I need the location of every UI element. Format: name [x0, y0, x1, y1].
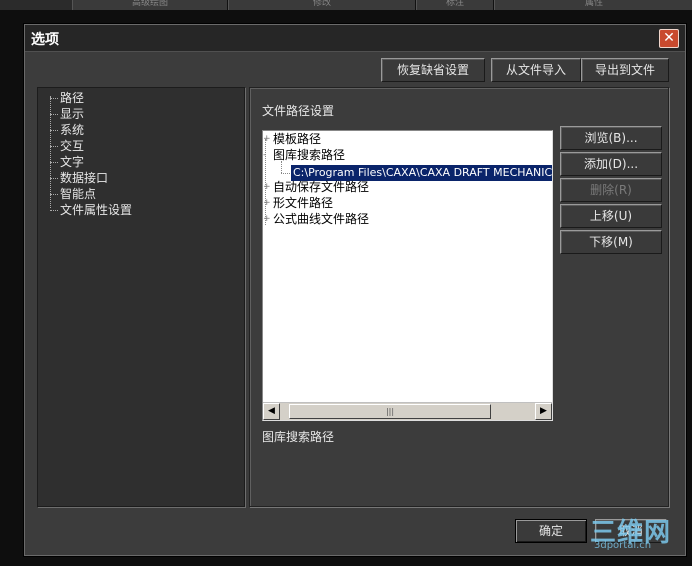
tree-branch — [50, 178, 58, 179]
nav-item-data-interface[interactable]: 数据接口 — [60, 170, 108, 186]
tree-branch — [281, 173, 290, 174]
expand-icon[interactable]: + — [263, 195, 271, 211]
tree-branch — [50, 194, 58, 195]
tab-advanced-draw[interactable]: 高级绘图 — [72, 0, 228, 10]
ok-button[interactable]: 确定 — [515, 519, 587, 543]
scrollbar-thumb[interactable]: ||| — [289, 404, 491, 419]
selected-path-label: 图库搜索路径 — [262, 430, 335, 444]
tab-modify[interactable]: 修改 — [228, 0, 416, 10]
site-watermark-url: 3dportal.cn — [594, 540, 652, 551]
tree-guide-line — [281, 161, 282, 173]
tree-branch — [50, 210, 58, 211]
tree-node-autosave-path[interactable]: 自动保存文件路径 — [273, 179, 369, 195]
dialog-titlebar[interactable]: 选项 ✕ — [25, 25, 685, 52]
scroll-right-icon[interactable]: ▶ — [535, 403, 552, 420]
tree-branch — [50, 146, 58, 147]
tree-branch — [50, 162, 58, 163]
tree-branch — [50, 114, 58, 115]
nav-item-display[interactable]: 显示 — [60, 106, 84, 122]
browse-button[interactable]: 浏览(B)... — [560, 126, 662, 150]
tab-dimension[interactable]: 标注 — [416, 0, 494, 10]
tree-guide-line — [50, 96, 51, 208]
options-dialog: 选项 ✕ 恢复缺省设置 从文件导入 导出到文件 路径 显示 系统 交互 文字 数… — [24, 24, 686, 556]
restore-defaults-button[interactable]: 恢复缺省设置 — [381, 58, 485, 82]
collapse-icon[interactable]: - — [263, 147, 269, 163]
tree-node-template-path[interactable]: 模板路径 — [273, 131, 321, 147]
tree-node-library-search-path[interactable]: 图库搜索路径 — [273, 147, 345, 163]
app-toolbar-strip: 高级绘图 修改 标注 属性 — [0, 0, 692, 10]
nav-item-path[interactable]: 路径 — [60, 90, 84, 106]
dialog-title: 选项 — [31, 32, 59, 48]
path-tree-view[interactable]: + 模板路径 - 图库搜索路径 C:\Program Files\CAXA\CA… — [262, 130, 553, 421]
close-icon[interactable]: ✕ — [659, 29, 679, 48]
tab-properties[interactable]: 属性 — [494, 0, 692, 10]
import-from-file-button[interactable]: 从文件导入 — [491, 58, 581, 82]
tree-node-formula-curve-path[interactable]: 公式曲线文件路径 — [273, 211, 369, 227]
nav-item-file-properties[interactable]: 文件属性设置 — [60, 202, 132, 218]
delete-button[interactable]: 删除(R) — [560, 178, 662, 202]
move-up-button[interactable]: 上移(U) — [560, 204, 662, 228]
tree-branch — [50, 130, 58, 131]
scroll-left-icon[interactable]: ◀ — [263, 403, 280, 420]
path-settings-heading: 文件路径设置 — [262, 104, 335, 118]
nav-item-system[interactable]: 系统 — [60, 122, 84, 138]
export-to-file-button[interactable]: 导出到文件 — [581, 58, 669, 82]
expand-icon[interactable]: + — [263, 131, 271, 147]
nav-item-text[interactable]: 文字 — [60, 154, 84, 170]
expand-icon[interactable]: + — [263, 211, 271, 227]
expand-icon[interactable]: + — [263, 179, 271, 195]
nav-item-interaction[interactable]: 交互 — [60, 138, 84, 154]
path-settings-panel: 文件路径设置 + 模板路径 - 图库搜索路径 C:\Program Files\… — [249, 87, 669, 507]
horizontal-scrollbar[interactable]: ◀ ||| ▶ — [263, 402, 552, 420]
tree-node-shape-file-path[interactable]: 形文件路径 — [273, 195, 333, 211]
move-down-button[interactable]: 下移(M) — [560, 230, 662, 254]
nav-item-smart-point[interactable]: 智能点 — [60, 186, 96, 202]
add-button[interactable]: 添加(D)... — [560, 152, 662, 176]
options-category-list: 路径 显示 系统 交互 文字 数据接口 智能点 文件属性设置 — [37, 87, 245, 507]
tree-branch — [50, 98, 58, 99]
